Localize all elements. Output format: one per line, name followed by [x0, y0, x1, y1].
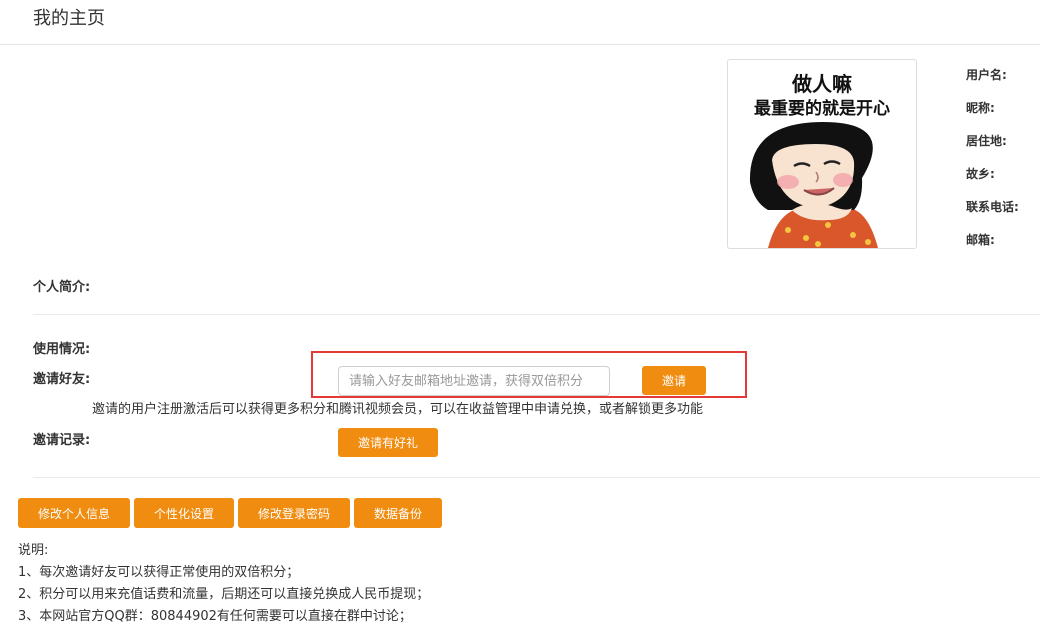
residence-label: 居住地: — [966, 134, 1007, 148]
divider — [33, 477, 1040, 478]
hometown-label: 故乡: — [966, 167, 995, 181]
notes-item: 1、每次邀请好友可以获得正常使用的双倍积分； — [18, 565, 300, 580]
personalize-button[interactable]: 个性化设置 — [134, 498, 234, 528]
notes-item: 3、本网站官方QQ群：80844902有任何需要可以直接在群中讨论； — [18, 609, 412, 624]
invite-note: 邀请的用户注册激活后可以获得更多积分和腾讯视频会员，可以在收益管理中申请兑换，或… — [92, 402, 704, 417]
invite-record-label: 邀请记录: — [33, 433, 91, 448]
notes-item: 2、积分可以用来充值话费和流量，后期还可以直接兑换成人民币提现； — [18, 587, 430, 602]
notes-title: 说明: — [18, 543, 49, 558]
notes-section: 说明: 1、每次邀请好友可以获得正常使用的双倍积分； 2、积分可以用来充值话费和… — [18, 540, 429, 628]
email-label: 邮箱: — [966, 233, 995, 247]
divider — [33, 314, 1040, 315]
edit-profile-button[interactable]: 修改个人信息 — [18, 498, 130, 528]
data-backup-button[interactable]: 数据备份 — [354, 498, 442, 528]
invite-email-input[interactable] — [338, 366, 610, 396]
bio-label: 个人简介: — [33, 280, 91, 295]
phone-label: 联系电话: — [966, 200, 1019, 214]
page-title: 我的主页 — [33, 8, 105, 29]
avatar[interactable]: 做人嘛 最重要的就是开心 — [727, 59, 917, 249]
usage-label: 使用情况: — [33, 342, 91, 357]
meme-face-icon — [749, 122, 878, 248]
change-password-button[interactable]: 修改登录密码 — [238, 498, 350, 528]
header-divider — [0, 44, 1040, 45]
username-label: 用户名: — [966, 68, 1007, 82]
invite-button[interactable]: 邀请 — [642, 366, 706, 395]
invite-label: 邀请好友: — [33, 372, 91, 387]
nickname-label: 昵称: — [966, 101, 995, 115]
invite-gift-button[interactable]: 邀请有好礼 — [338, 428, 438, 457]
